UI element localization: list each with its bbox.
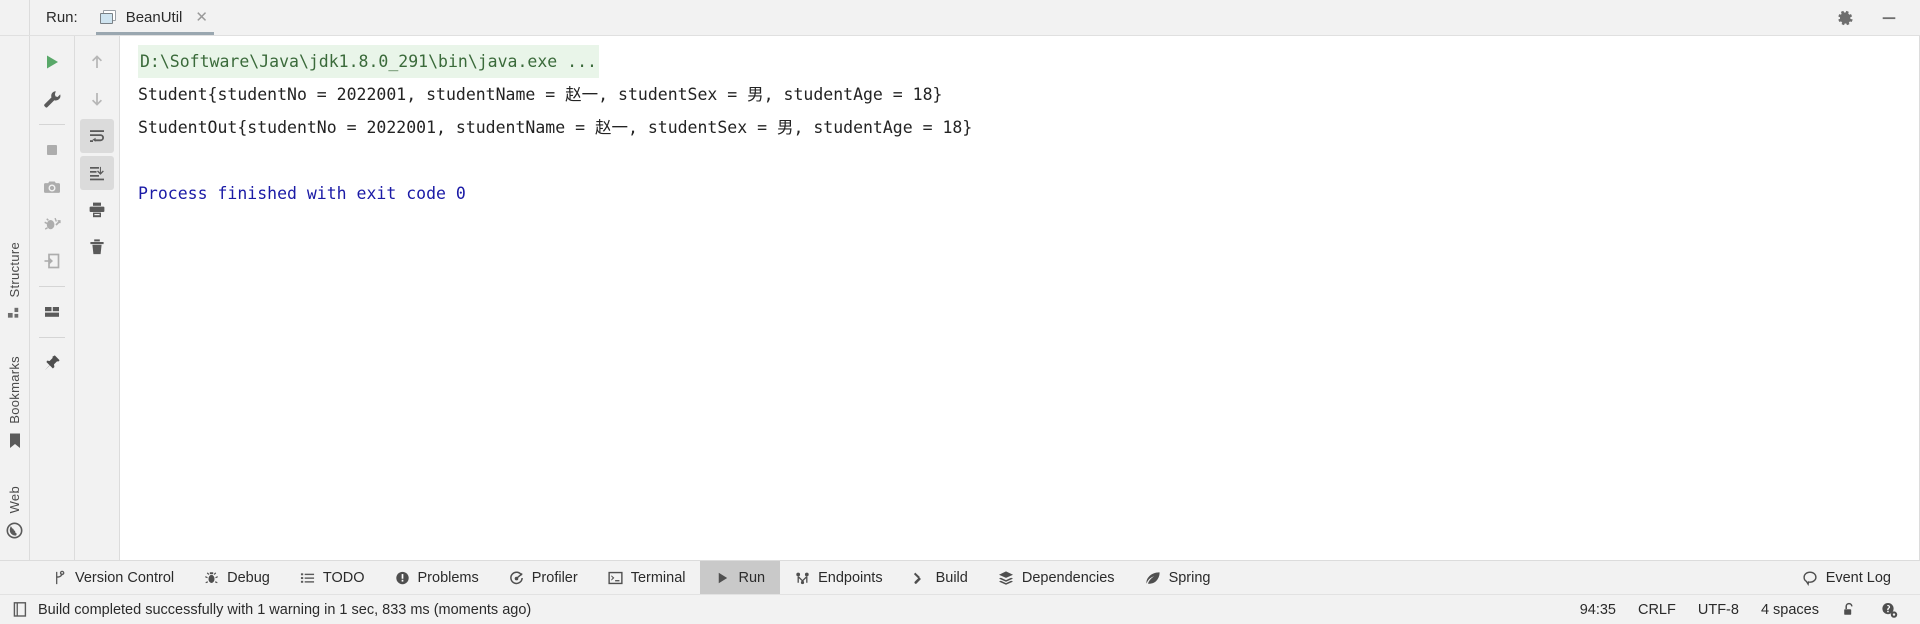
tab-beanutil[interactable]: BeanUtil ✕ [92, 0, 218, 35]
tool-button-terminal[interactable]: Terminal [593, 561, 701, 594]
tool-button-label: Dependencies [1021, 569, 1115, 586]
run-label: Run: [46, 9, 78, 26]
console-output[interactable]: D:\Software\Java\jdk1.8.0_291\bin\java.e… [120, 36, 1920, 560]
intellij-run-tool-window: Run: BeanUtil ✕ Structure Bookmarks Web … [0, 0, 1920, 624]
toolbar-divider [39, 124, 65, 125]
caret-position[interactable]: 94:35 [1580, 602, 1616, 618]
tool-button-problems[interactable]: Problems [380, 561, 494, 594]
console-exit-line: Process finished with exit code 0 [138, 184, 466, 203]
soft-wrap-button[interactable] [80, 119, 114, 153]
tool-button-run[interactable]: Run [700, 561, 781, 594]
tool-button-dependencies[interactable]: Dependencies [983, 561, 1130, 594]
tool-button-label: Event Log [1825, 569, 1891, 586]
book-icon[interactable] [12, 601, 28, 618]
tool-button-debug[interactable]: Debug [189, 561, 285, 594]
console-actions-toolbar [75, 36, 120, 560]
sidebar-item-web[interactable]: Web [6, 486, 23, 539]
sidebar-item-label: Web [7, 486, 22, 514]
run-actions-toolbar [30, 36, 75, 560]
tool-button-label: Spring [1168, 569, 1211, 586]
tool-button-label: Profiler [531, 569, 578, 586]
main-area: Structure Bookmarks Web D:\Software\Java… [0, 36, 1920, 560]
tool-window-bar-right: Event Log [1787, 561, 1920, 594]
arrow-down-icon[interactable] [80, 82, 114, 116]
scroll-to-end-button[interactable] [80, 156, 114, 190]
trash-icon[interactable] [80, 230, 114, 264]
tool-button-label: TODO [322, 569, 365, 586]
toolbar-divider [39, 286, 65, 287]
close-icon[interactable]: ✕ [195, 10, 208, 25]
sidebar-item-label: Bookmarks [7, 356, 22, 425]
camera-icon[interactable] [35, 170, 69, 204]
tool-button-label: Terminal [630, 569, 686, 586]
bug-icon [204, 570, 219, 586]
rerun-button[interactable] [35, 45, 69, 79]
spring-leaf-icon [1145, 570, 1161, 586]
toolbar-divider [39, 337, 65, 338]
terminal-icon [608, 570, 623, 586]
indent-setting[interactable]: 4 spaces [1761, 602, 1819, 618]
status-indicators: 94:35 CRLF UTF-8 4 spaces [1580, 601, 1908, 619]
line-separator[interactable]: CRLF [1638, 602, 1676, 618]
profiler-icon [509, 570, 524, 586]
console-output-line: StudentOut{studentNo = 2022001, studentN… [138, 118, 973, 137]
status-message-group: Build completed successfully with 1 warn… [12, 601, 531, 618]
tab-label: BeanUtil [125, 9, 183, 26]
tool-button-endpoints[interactable]: Endpoints [780, 561, 898, 594]
tool-window-bar: Version Control Debug TODO Problems Prof… [0, 560, 1920, 594]
unlocked-icon[interactable] [1841, 601, 1858, 618]
bookmark-icon [8, 432, 22, 450]
sidebar-item-structure[interactable]: Structure [7, 242, 22, 320]
balloon-icon [1802, 570, 1818, 586]
inspection-icon[interactable] [1880, 601, 1898, 619]
tool-button-build[interactable]: Build [898, 561, 983, 594]
header-left-gutter [0, 0, 30, 35]
status-message: Build completed successfully with 1 warn… [38, 601, 532, 618]
file-encoding[interactable]: UTF-8 [1698, 602, 1739, 618]
endpoints-icon [795, 570, 810, 586]
globe-icon [6, 522, 23, 539]
structure-icon [7, 305, 22, 320]
arrow-into-box-icon[interactable] [35, 244, 69, 278]
tool-button-label: Endpoints [818, 569, 883, 586]
edit-configuration-button[interactable] [35, 82, 69, 116]
sidebar-item-bookmarks[interactable]: Bookmarks [7, 356, 22, 450]
bug-icon[interactable] [35, 207, 69, 241]
branch-icon [52, 570, 67, 586]
header-actions [1836, 0, 1920, 35]
tool-button-spring[interactable]: Spring [1130, 561, 1226, 594]
tool-button-event-log[interactable]: Event Log [1787, 561, 1906, 594]
layers-icon [998, 570, 1014, 586]
status-bar: Build completed successfully with 1 warn… [0, 594, 1920, 624]
stop-button[interactable] [35, 133, 69, 167]
play-icon [715, 570, 730, 586]
pin-icon[interactable] [35, 346, 69, 380]
layout-button[interactable] [35, 295, 69, 329]
tool-button-label: Build [935, 569, 968, 586]
tool-button-version-control[interactable]: Version Control [0, 561, 189, 594]
tool-button-label: Debug [227, 569, 270, 586]
minimize-icon[interactable] [1880, 9, 1898, 27]
tool-button-profiler[interactable]: Profiler [494, 561, 593, 594]
list-icon [300, 570, 315, 586]
tool-button-todo[interactable]: TODO [285, 561, 380, 594]
console-command-line: D:\Software\Java\jdk1.8.0_291\bin\java.e… [138, 45, 599, 78]
left-tool-strip: Structure Bookmarks Web [0, 36, 30, 560]
printer-icon[interactable] [80, 193, 114, 227]
tool-button-label: Run [738, 569, 766, 586]
tool-button-label: Version Control [75, 569, 175, 586]
hammer-icon [913, 570, 928, 586]
gear-icon[interactable] [1836, 9, 1854, 27]
sidebar-item-label: Structure [7, 242, 22, 298]
warning-icon [395, 570, 410, 586]
console-output-line: Student{studentNo = 2022001, studentName… [138, 85, 943, 104]
run-tool-window-header: Run: BeanUtil ✕ [0, 0, 1920, 36]
run-configuration-icon [99, 10, 117, 25]
tool-button-label: Problems [417, 569, 479, 586]
arrow-up-icon[interactable] [80, 45, 114, 79]
